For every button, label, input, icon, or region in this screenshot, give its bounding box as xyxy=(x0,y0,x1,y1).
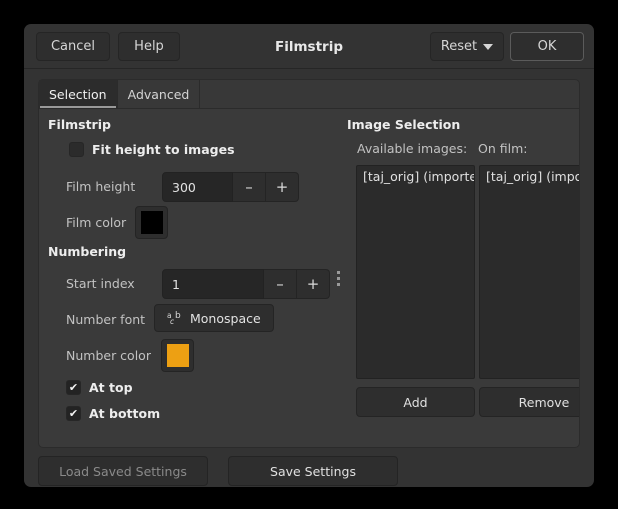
list-item[interactable]: [taj_orig] (imported) xyxy=(480,166,580,187)
grip-dot-icon xyxy=(337,271,340,274)
add-button[interactable]: Add xyxy=(356,387,475,417)
start-index-label: Start index xyxy=(66,276,135,291)
cancel-button-label: Cancel xyxy=(51,39,95,54)
remove-button-label: Remove xyxy=(519,395,570,410)
ok-button[interactable]: OK xyxy=(510,32,584,61)
number-font-label: Number font xyxy=(66,312,145,327)
tab-selection[interactable]: Selection xyxy=(39,80,118,108)
film-color-label: Film color xyxy=(66,215,126,230)
font-abc-icon: a b c xyxy=(167,310,183,326)
at-bottom-checkbox[interactable]: ✔ xyxy=(66,406,81,421)
ok-button-label: OK xyxy=(538,39,557,54)
grip-dot-icon xyxy=(337,283,340,286)
start-index-decrement-button[interactable]: – xyxy=(264,269,297,299)
at-bottom-label: At bottom xyxy=(89,406,160,421)
reset-button-label: Reset xyxy=(441,39,477,54)
number-font-value: Monospace xyxy=(190,311,261,326)
right-pane: Image Selection Available images: On fil… xyxy=(343,109,579,447)
list-item[interactable]: [taj_orig] (imported) xyxy=(357,166,474,187)
film-color-button[interactable] xyxy=(135,206,168,239)
load-saved-settings-button[interactable]: Load Saved Settings xyxy=(38,456,208,486)
available-images-label: Available images: xyxy=(357,141,467,156)
filmstrip-dialog: Cancel Help Filmstrip Reset OK Selection… xyxy=(24,24,594,487)
remove-button[interactable]: Remove xyxy=(479,387,580,417)
help-button-label: Help xyxy=(134,39,164,54)
number-color-button[interactable] xyxy=(161,339,194,372)
at-bottom-checkbox-row[interactable]: ✔ At bottom xyxy=(66,406,160,421)
number-font-button[interactable]: a b c Monospace xyxy=(154,304,274,332)
film-height-decrement-button[interactable]: – xyxy=(233,172,266,202)
check-icon: ✔ xyxy=(69,408,78,419)
pane-splitter-handle[interactable] xyxy=(334,109,343,447)
fit-height-to-images-checkbox[interactable] xyxy=(69,142,84,157)
tab-advanced-label: Advanced xyxy=(128,87,190,102)
grip-dot-icon xyxy=(337,277,340,280)
tab-selection-label: Selection xyxy=(49,87,107,102)
film-height-spinbutton[interactable]: 300 – + xyxy=(162,172,299,202)
tab-bar: Selection Advanced xyxy=(38,79,580,108)
help-button[interactable]: Help xyxy=(118,32,180,61)
film-height-label: Film height xyxy=(66,179,135,194)
add-button-label: Add xyxy=(403,395,427,410)
fit-height-to-images-checkbox-row[interactable]: Fit height to images xyxy=(69,142,235,157)
at-top-checkbox-row[interactable]: ✔ At top xyxy=(66,380,133,395)
chevron-down-icon xyxy=(483,44,493,50)
at-top-label: At top xyxy=(89,380,133,395)
load-saved-settings-label: Load Saved Settings xyxy=(59,464,187,479)
on-film-label: On film: xyxy=(478,141,527,156)
film-color-swatch xyxy=(141,211,163,234)
tab-advanced[interactable]: Advanced xyxy=(118,80,201,108)
image-selection-heading: Image Selection xyxy=(347,117,460,132)
at-top-checkbox[interactable]: ✔ xyxy=(66,380,81,395)
number-color-label: Number color xyxy=(66,348,151,363)
font-icon-c: c xyxy=(170,317,174,326)
dialog-headerbar: Cancel Help Filmstrip Reset OK xyxy=(24,24,594,69)
number-color-swatch xyxy=(167,344,189,367)
left-pane: Filmstrip Fit height to images Film heig… xyxy=(39,109,331,447)
available-images-listbox[interactable]: [taj_orig] (imported) xyxy=(356,165,475,379)
numbering-group-heading: Numbering xyxy=(48,244,126,259)
font-icon-b: b xyxy=(175,311,181,321)
check-icon: ✔ xyxy=(69,382,78,393)
reset-menu-button[interactable]: Reset xyxy=(430,32,504,61)
fit-height-to-images-label: Fit height to images xyxy=(92,142,235,157)
start-index-input[interactable]: 1 xyxy=(162,269,264,299)
on-film-listbox[interactable]: [taj_orig] (imported) xyxy=(479,165,580,379)
film-height-input[interactable]: 300 xyxy=(162,172,233,202)
start-index-spinbutton[interactable]: 1 – + xyxy=(162,269,330,299)
filmstrip-group-heading: Filmstrip xyxy=(48,117,111,132)
cancel-button[interactable]: Cancel xyxy=(36,32,110,61)
film-height-increment-button[interactable]: + xyxy=(266,172,299,202)
save-settings-button[interactable]: Save Settings xyxy=(228,456,398,486)
start-index-increment-button[interactable]: + xyxy=(297,269,330,299)
tab-content-selection: Filmstrip Fit height to images Film heig… xyxy=(38,108,580,448)
save-settings-label: Save Settings xyxy=(270,464,356,479)
